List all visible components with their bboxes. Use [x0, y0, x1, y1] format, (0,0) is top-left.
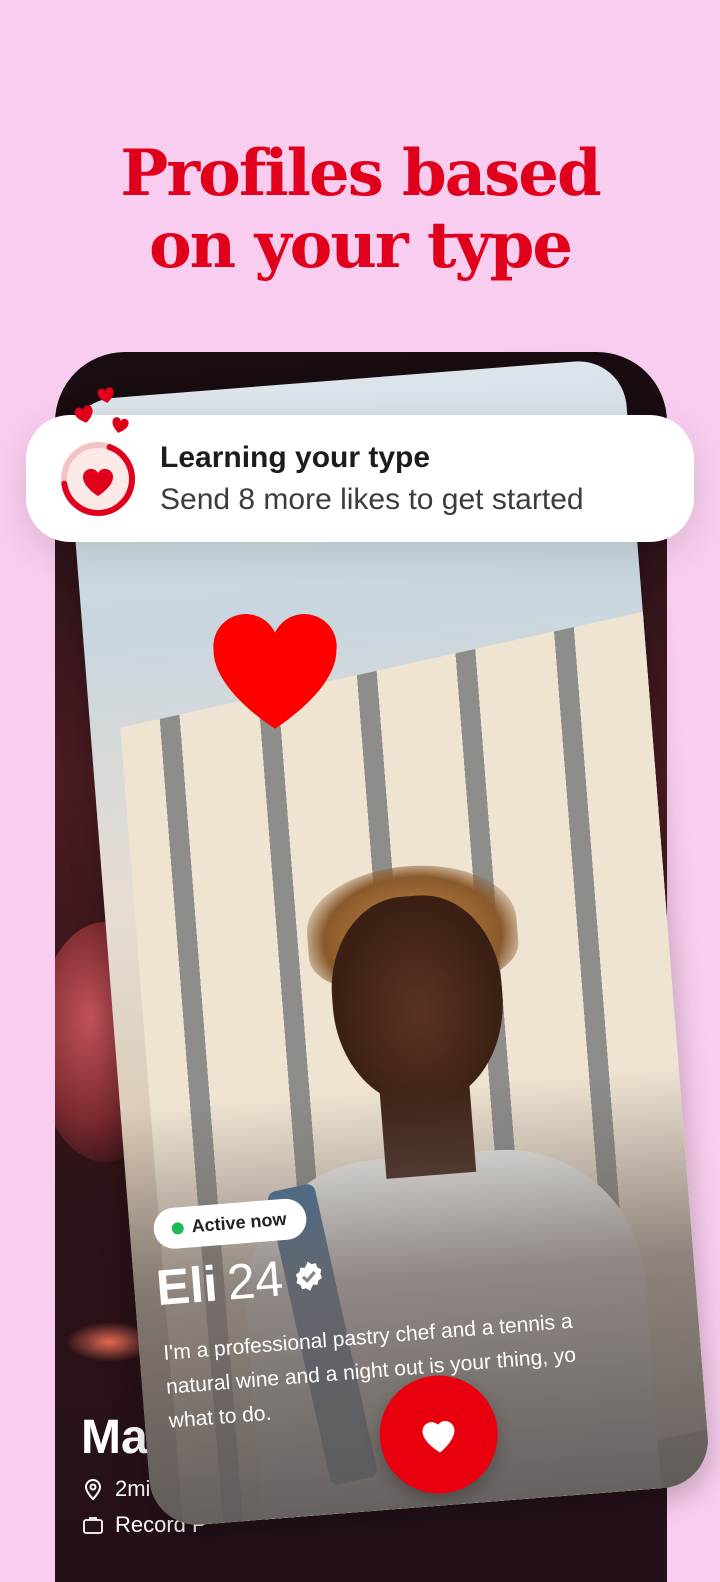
floating-heart-icon — [213, 614, 337, 729]
back-profile-distance: 2mi — [115, 1476, 151, 1501]
heart-icon — [422, 1421, 455, 1453]
front-profile-name: Eli — [154, 1255, 220, 1317]
active-status-label: Active now — [190, 1208, 288, 1237]
headline-line-1: Profiles based — [120, 136, 601, 211]
heart-progress-icon — [61, 442, 135, 516]
headline: Profiles based on your type — [0, 138, 720, 282]
notification-title: Learning your type — [160, 441, 431, 474]
verified-badge-icon — [295, 1261, 322, 1291]
briefcase-icon — [83, 1517, 103, 1534]
mini-hearts-icon — [74, 387, 129, 433]
active-dot-icon — [171, 1221, 185, 1235]
notification-subtitle: Send 8 more likes to get started — [160, 483, 584, 516]
headline-line-2: on your type — [148, 208, 573, 283]
location-pin-icon — [84, 1479, 102, 1501]
front-profile-age: 24 — [225, 1250, 285, 1311]
